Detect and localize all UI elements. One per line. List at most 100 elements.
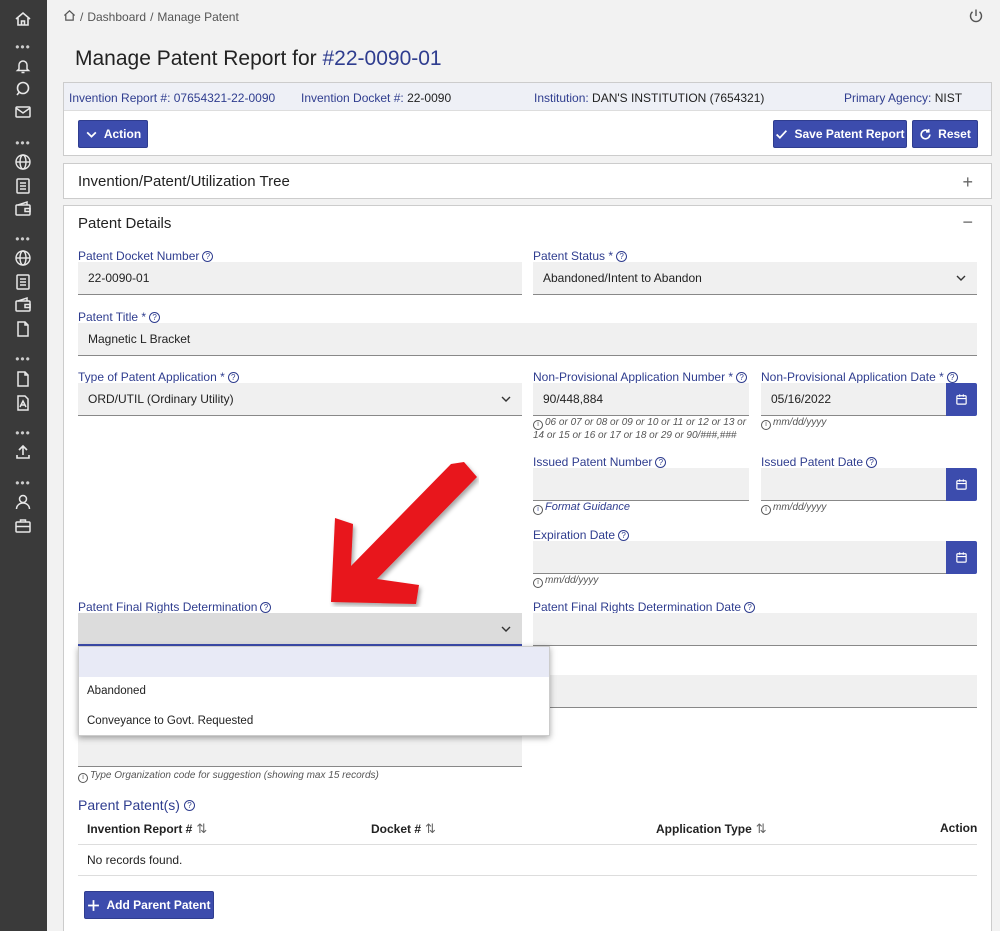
- dropdown-option-abandoned[interactable]: Abandoned: [79, 677, 549, 707]
- np-app-date-field[interactable]: 05/16/2022: [761, 383, 947, 416]
- issued-number-field[interactable]: [533, 468, 749, 501]
- hidden-field-right[interactable]: [533, 675, 977, 708]
- help-icon[interactable]: ?: [260, 601, 272, 613]
- user-icon[interactable]: [14, 493, 32, 511]
- np-app-date-label: Non-Provisional Application Date *?: [761, 370, 958, 384]
- document-list-icon[interactable]: [14, 273, 32, 291]
- globe-icon[interactable]: [14, 153, 32, 171]
- column-header-docket[interactable]: Docket # ⇅: [371, 821, 436, 837]
- primary-agency-info: Primary Agency: NIST: [844, 91, 962, 105]
- patent-docket-number-field[interactable]: 22-0090-01: [78, 262, 522, 295]
- empty-table-message: No records found.: [87, 853, 183, 867]
- help-icon[interactable]: ?: [227, 371, 239, 383]
- help-icon[interactable]: ?: [183, 799, 195, 811]
- pdf-file-icon[interactable]: [14, 394, 32, 412]
- hint-text: Type Organization code for suggestion (s…: [90, 770, 379, 781]
- globe-icon[interactable]: [14, 249, 32, 267]
- patent-status-select[interactable]: Abandoned/Intent to Abandon: [533, 262, 977, 295]
- final-rights-date-field[interactable]: [533, 613, 977, 646]
- patent-details-title: Patent Details: [78, 215, 172, 232]
- patent-docket-number-label: Patent Docket Number?: [78, 249, 214, 263]
- help-icon[interactable]: ?: [736, 371, 748, 383]
- file-icon[interactable]: [14, 320, 32, 338]
- column-header-action: Action: [940, 821, 977, 835]
- label-text: Non-Provisional Application Date *: [761, 370, 944, 384]
- bell-icon[interactable]: [14, 57, 32, 75]
- label-text: Non-Provisional Application Number *: [533, 370, 734, 384]
- invention-tree-title: Invention/Patent/Utilization Tree: [78, 173, 290, 190]
- mail-icon[interactable]: [14, 103, 32, 121]
- action-button-label: Action: [103, 127, 142, 141]
- main-content: / Dashboard / Manage Patent Manage Paten…: [47, 0, 1000, 931]
- briefcase-icon[interactable]: [14, 517, 32, 535]
- help-icon[interactable]: ?: [866, 456, 878, 468]
- add-parent-patent-button[interactable]: Add Parent Patent: [84, 891, 214, 919]
- issued-date-label: Issued Patent Date?: [761, 455, 878, 469]
- upload-icon[interactable]: [14, 443, 32, 461]
- expiration-date-field[interactable]: [533, 541, 947, 574]
- chevron-down-icon: [501, 396, 511, 402]
- column-header-application-type[interactable]: Application Type ⇅: [656, 821, 767, 837]
- info-icon: i: [533, 420, 543, 430]
- document-list-icon[interactable]: [14, 177, 32, 195]
- help-icon[interactable]: ?: [149, 311, 161, 323]
- calendar-icon: [956, 479, 967, 490]
- np-app-number-label: Non-Provisional Application Number *?: [533, 370, 748, 384]
- wallet-icon[interactable]: [14, 200, 32, 218]
- wallet-icon[interactable]: [14, 296, 32, 314]
- file-icon[interactable]: [14, 370, 32, 388]
- format-guidance-link[interactable]: i Format Guidance: [533, 501, 630, 515]
- np-app-number-field[interactable]: 90/448,884: [533, 383, 749, 416]
- label-text: Expiration Date: [533, 528, 616, 542]
- page-title: Manage Patent Report for #22-0090-01: [75, 47, 442, 71]
- power-icon[interactable]: [968, 8, 984, 24]
- organization-field[interactable]: [78, 734, 522, 767]
- info-icon: i: [761, 505, 771, 515]
- breadcrumb-separator: /: [80, 10, 84, 24]
- hint-line-1: 06 or 07 or 08 or 09 or 10 or 11 or 12 o…: [545, 417, 747, 428]
- reset-button[interactable]: Reset: [912, 120, 978, 148]
- sidebar: ••• ••• ••• ••• ••• •••: [0, 0, 47, 931]
- home-icon[interactable]: [63, 9, 76, 25]
- search-icon[interactable]: [14, 80, 32, 98]
- dropdown-option-empty[interactable]: [79, 647, 549, 677]
- help-icon[interactable]: ?: [655, 456, 667, 468]
- section-title: Parent Patent(s): [78, 797, 180, 813]
- patent-title-label: Patent Title *?: [78, 310, 161, 324]
- column-header-invention-report[interactable]: Invention Report # ⇅: [87, 821, 207, 837]
- sidebar-separator: •••: [15, 352, 31, 366]
- patent-type-label: Type of Patent Application *?: [78, 370, 239, 384]
- np-app-date-hint: i mm/dd/yyyy: [761, 417, 826, 430]
- invention-report-value[interactable]: 07654321-22-0090: [174, 91, 275, 105]
- breadcrumb-dashboard-link[interactable]: Dashboard: [87, 10, 146, 24]
- issued-date-field[interactable]: [761, 468, 947, 501]
- collapse-icon[interactable]: −: [962, 212, 973, 233]
- final-rights-select[interactable]: [78, 613, 522, 646]
- patent-title-field[interactable]: Magnetic L Bracket: [78, 323, 977, 356]
- invention-tree-panel[interactable]: Invention/Patent/Utilization Tree +: [63, 163, 992, 199]
- help-icon[interactable]: ?: [616, 250, 628, 262]
- table-divider: [78, 875, 977, 876]
- calendar-button[interactable]: [946, 468, 977, 501]
- help-icon[interactable]: ?: [618, 529, 630, 541]
- help-icon[interactable]: ?: [946, 371, 958, 383]
- calendar-button[interactable]: [946, 383, 977, 416]
- parent-patents-title: Parent Patent(s)?: [78, 797, 195, 813]
- sort-icon[interactable]: ⇅: [756, 821, 767, 837]
- help-icon[interactable]: ?: [744, 601, 756, 613]
- save-patent-report-button[interactable]: Save Patent Report: [773, 120, 907, 148]
- help-icon[interactable]: ?: [202, 250, 214, 262]
- sort-icon[interactable]: ⇅: [425, 821, 436, 837]
- institution-value: DAN'S INSTITUTION (7654321): [592, 91, 765, 105]
- sort-icon[interactable]: ⇅: [196, 821, 207, 837]
- calendar-button[interactable]: [946, 541, 977, 574]
- invention-docket-info: Invention Docket #: 22-0090: [301, 91, 451, 105]
- np-app-number-hint: i 06 or 07 or 08 or 09 or 10 or 11 or 12 …: [533, 417, 753, 442]
- dropdown-option-conveyance[interactable]: Conveyance to Govt. Requested: [79, 707, 549, 737]
- patent-type-select[interactable]: ORD/UTIL (Ordinary Utility): [78, 383, 522, 416]
- breadcrumb-separator: /: [150, 10, 154, 24]
- expand-icon[interactable]: +: [962, 172, 973, 193]
- home-icon[interactable]: [14, 10, 32, 28]
- plus-icon: [88, 899, 100, 911]
- action-button[interactable]: Action: [78, 120, 148, 148]
